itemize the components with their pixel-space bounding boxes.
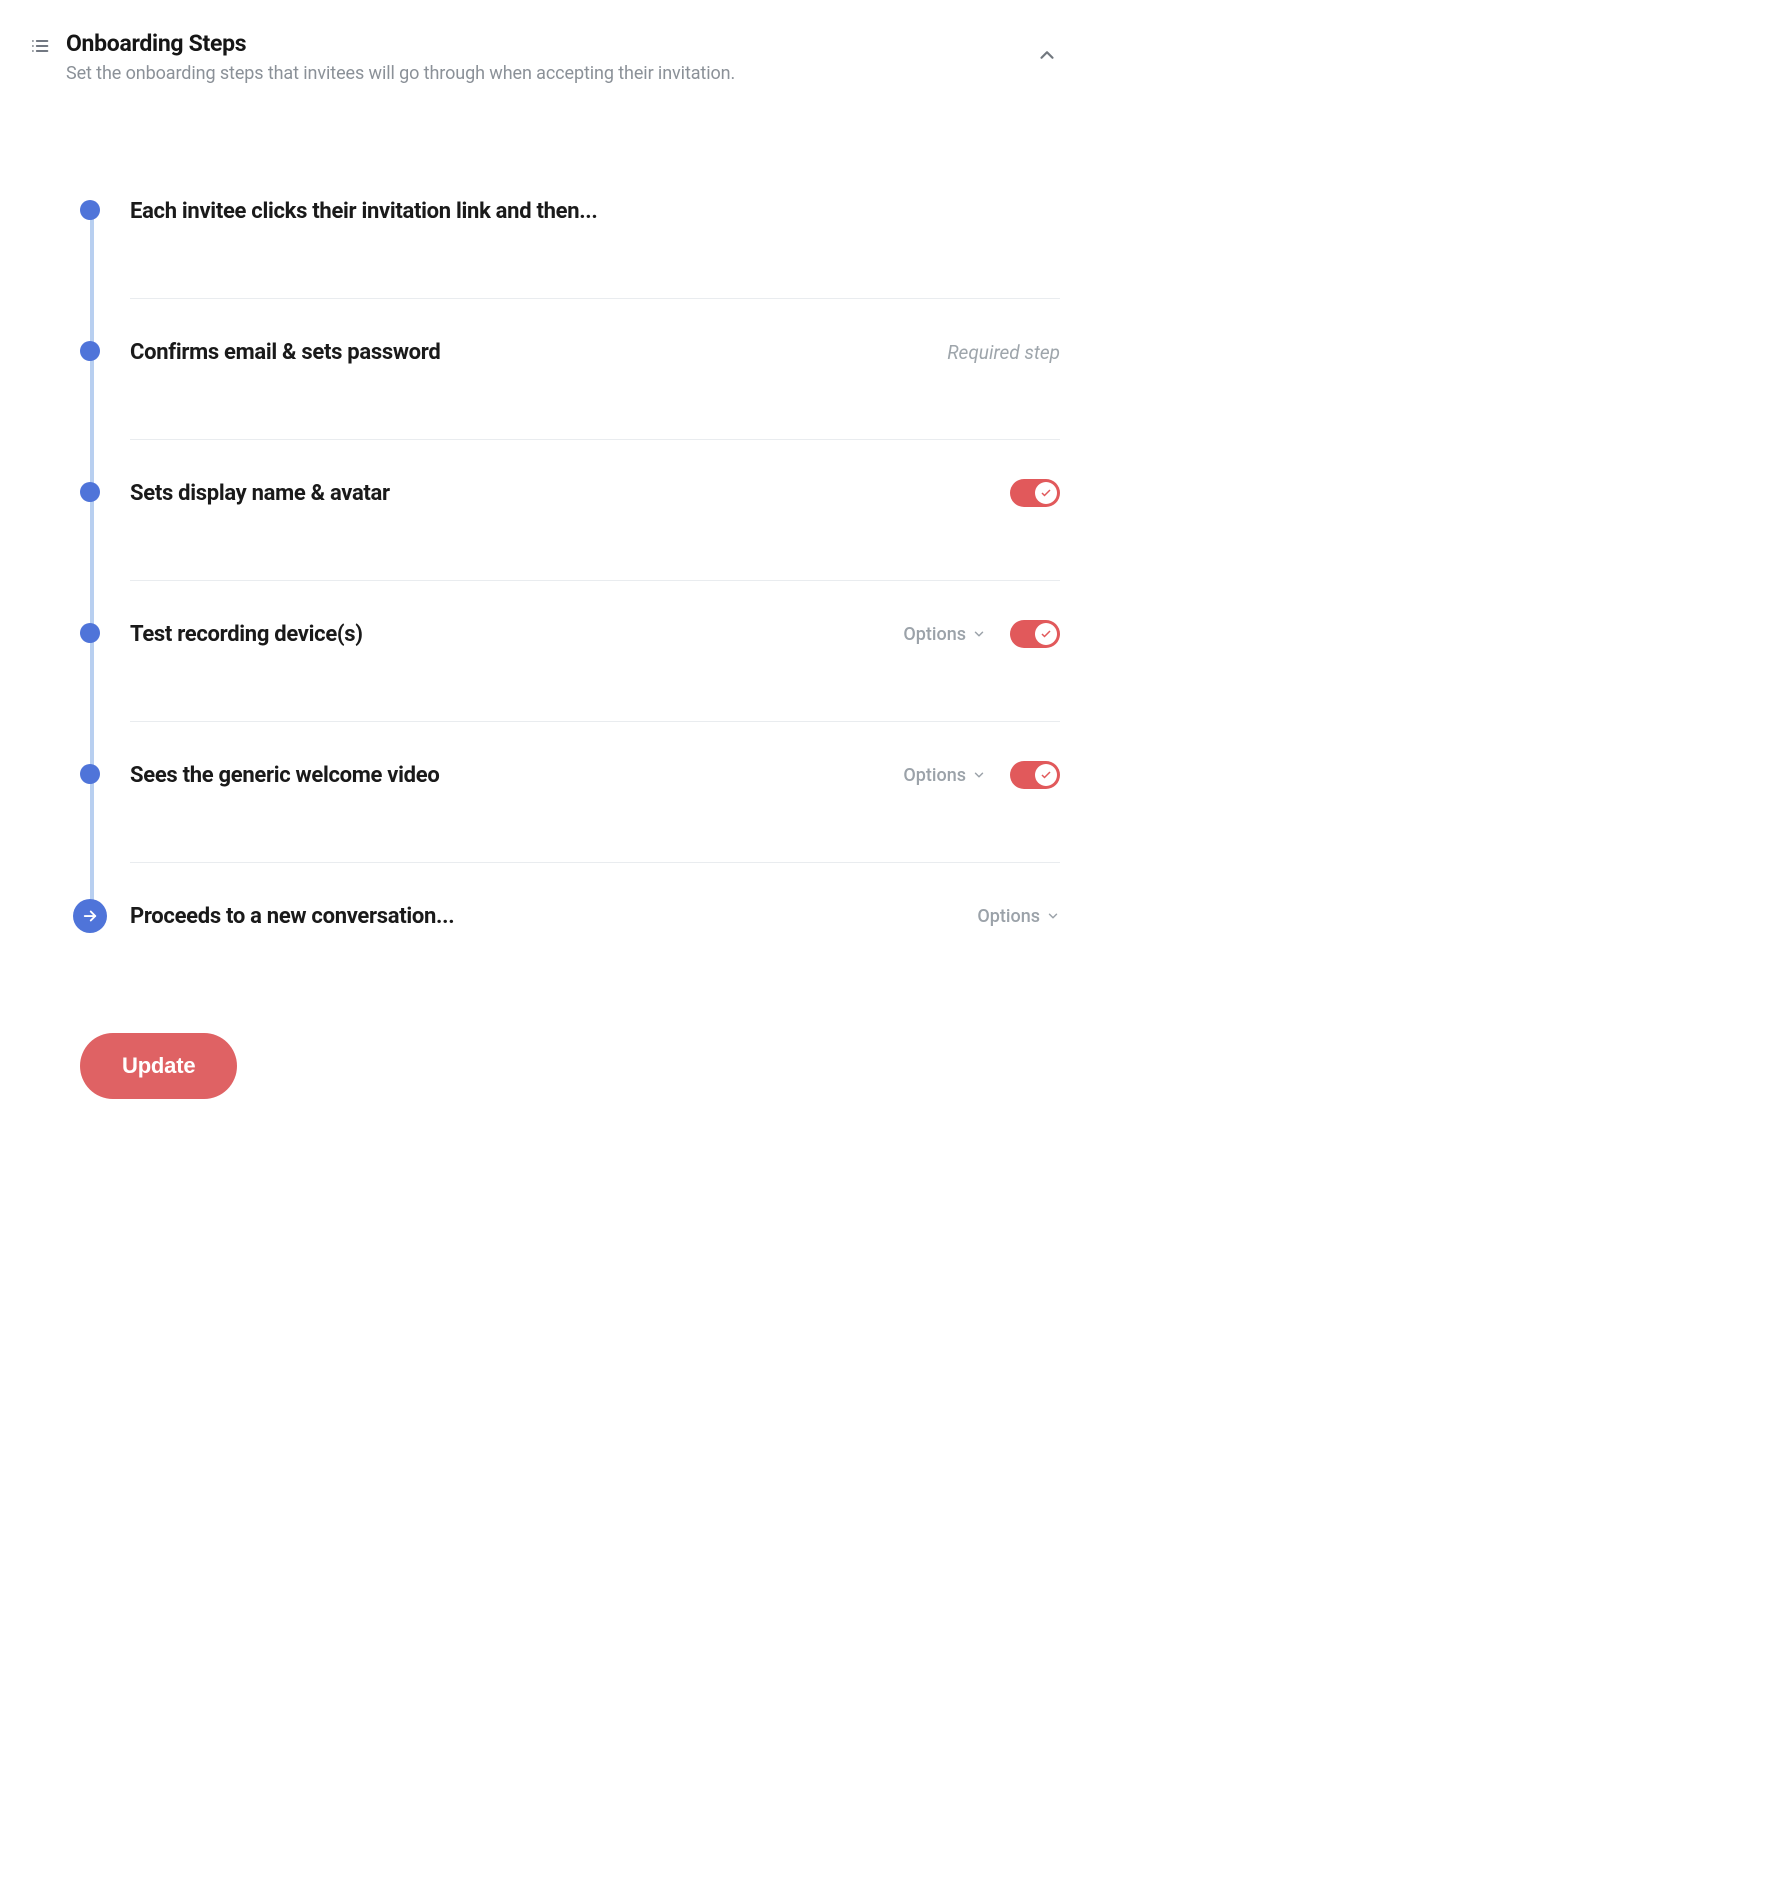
- step-label: Each invitee clicks their invitation lin…: [130, 199, 597, 224]
- step-label: Sees the generic welcome video: [130, 763, 439, 788]
- step-display-name-avatar: Sets display name & avatar: [80, 476, 1060, 617]
- toggle-knob: [1035, 482, 1057, 504]
- collapse-toggle[interactable]: [1034, 42, 1060, 68]
- step-divider: [130, 439, 1060, 440]
- chevron-up-icon: [1036, 44, 1058, 66]
- step-divider: [130, 862, 1060, 863]
- step-dot-icon: [80, 623, 100, 643]
- step-dot-icon: [80, 200, 100, 220]
- update-button[interactable]: Update: [80, 1033, 237, 1099]
- step-label: Test recording device(s): [130, 622, 363, 647]
- chevron-down-icon: [972, 627, 986, 641]
- step-test-recording: Test recording device(s) Options: [80, 617, 1060, 758]
- panel-description: Set the onboarding steps that invitees w…: [66, 63, 1060, 84]
- step-options-dropdown[interactable]: Options: [903, 624, 986, 645]
- check-icon: [1040, 769, 1052, 781]
- step-label: Confirms email & sets password: [130, 340, 440, 365]
- step-enable-toggle[interactable]: [1010, 761, 1060, 789]
- chevron-down-icon: [1046, 909, 1060, 923]
- options-label: Options: [977, 906, 1040, 927]
- step-confirm-email: Confirms email & sets password Required …: [80, 335, 1060, 476]
- toggle-knob: [1035, 623, 1057, 645]
- step-label: Proceeds to a new conversation...: [130, 904, 454, 929]
- toggle-knob: [1035, 764, 1057, 786]
- steps-timeline: Each invitee clicks their invitation lin…: [30, 194, 1060, 933]
- step-welcome-video: Sees the generic welcome video Options: [80, 758, 1060, 899]
- onboarding-steps-panel: Onboarding Steps Set the onboarding step…: [20, 20, 1070, 1139]
- required-step-badge: Required step: [947, 341, 1060, 364]
- step-enable-toggle[interactable]: [1010, 620, 1060, 648]
- panel-title: Onboarding Steps: [66, 30, 1060, 57]
- step-label: Sets display name & avatar: [130, 481, 390, 506]
- panel-header: Onboarding Steps Set the onboarding step…: [30, 30, 1060, 84]
- step-divider: [130, 298, 1060, 299]
- step-options-dropdown[interactable]: Options: [977, 906, 1060, 927]
- step-divider: [130, 580, 1060, 581]
- options-label: Options: [903, 765, 966, 786]
- options-label: Options: [903, 624, 966, 645]
- step-dot-icon: [80, 764, 100, 784]
- step-divider: [130, 721, 1060, 722]
- step-enable-toggle[interactable]: [1010, 479, 1060, 507]
- step-invitation-link: Each invitee clicks their invitation lin…: [80, 194, 1060, 335]
- chevron-down-icon: [972, 768, 986, 782]
- list-icon: [30, 30, 66, 56]
- step-final-icon: [73, 899, 107, 933]
- check-icon: [1040, 628, 1052, 640]
- step-options-dropdown[interactable]: Options: [903, 765, 986, 786]
- step-dot-icon: [80, 341, 100, 361]
- step-dot-icon: [80, 482, 100, 502]
- arrow-right-icon: [81, 907, 99, 925]
- step-proceed-conversation: Proceeds to a new conversation... Option…: [80, 899, 1060, 933]
- check-icon: [1040, 487, 1052, 499]
